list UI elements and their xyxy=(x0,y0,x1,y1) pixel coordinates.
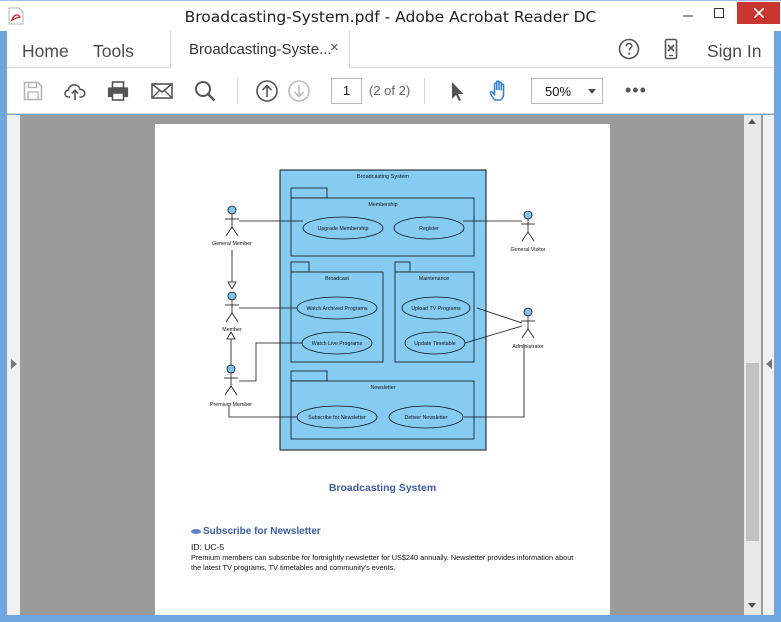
cloud-upload-icon[interactable] xyxy=(63,79,87,103)
email-icon[interactable] xyxy=(150,79,174,103)
toolbar-separator xyxy=(424,78,425,104)
actor-figure xyxy=(521,210,535,242)
use-case-label: Register xyxy=(419,226,439,232)
system-title: Broadcasting System xyxy=(357,174,409,180)
use-case-label: Upgrade Membership xyxy=(318,226,369,232)
title-bar: Broadcasting-System.pdf - Adobe Acrobat … xyxy=(0,0,781,31)
tab-bar: Home Tools Broadcasting-Syste... × Sign … xyxy=(7,31,774,68)
package-tab xyxy=(290,261,310,273)
generalization-arrowhead xyxy=(226,331,236,340)
minimize-icon xyxy=(683,15,693,17)
more-tools-icon[interactable]: ••• xyxy=(625,80,647,101)
scroll-thumb[interactable] xyxy=(746,363,759,541)
use-case-label: Watch Live Programs xyxy=(312,341,363,347)
use-case-label: Deliver Newsletter xyxy=(405,415,448,421)
actor-label: Premium Member xyxy=(210,402,252,408)
use-case-label: Update Timetable xyxy=(414,341,456,347)
help-icon[interactable] xyxy=(618,38,640,60)
mobile-link-icon[interactable] xyxy=(660,38,682,60)
package-tab xyxy=(290,370,328,382)
pdf-page: Broadcasting System Membership Broadcast… xyxy=(155,124,610,615)
toolbar-separator xyxy=(237,78,238,104)
minimize-button[interactable] xyxy=(677,2,699,24)
close-button[interactable] xyxy=(737,2,780,24)
document-tab[interactable]: Broadcasting-Syste... × xyxy=(170,31,350,68)
zoom-select[interactable]: 50% xyxy=(531,78,603,104)
close-tab-icon[interactable]: × xyxy=(330,39,339,56)
previous-page-icon[interactable] xyxy=(255,79,279,103)
actor-figure xyxy=(225,205,239,237)
window-title: Broadcasting-System.pdf - Adobe Acrobat … xyxy=(184,8,597,26)
chevron-down-icon xyxy=(588,89,596,94)
app-window: Broadcasting-System.pdf - Adobe Acrobat … xyxy=(0,0,781,622)
expand-right-icon xyxy=(766,359,772,369)
toolbar: 1 (2 of 2) 50% ••• xyxy=(7,68,774,114)
actor-figure xyxy=(224,364,238,396)
tools-tab[interactable]: Tools xyxy=(93,41,134,62)
actor-label: General Member xyxy=(212,241,252,247)
print-icon[interactable] xyxy=(106,79,130,103)
use-case-label: Watch Archived Programs xyxy=(306,306,367,312)
document-tab-label: Broadcasting-Syste... xyxy=(189,41,332,58)
actor-label: General Visitor xyxy=(511,247,546,253)
figure-caption: Broadcasting System xyxy=(328,482,437,494)
zoom-value: 50% xyxy=(545,84,572,99)
section-title: Subscribe for Newsletter xyxy=(191,526,321,537)
scroll-down-icon[interactable] xyxy=(748,603,756,608)
maximize-icon xyxy=(714,8,724,18)
package-label: Newsletter xyxy=(370,385,395,391)
actor-label: Administrator xyxy=(512,344,543,350)
expand-left-icon xyxy=(11,359,17,369)
right-panel-toggle[interactable] xyxy=(763,115,774,615)
generalization-arrowhead xyxy=(227,281,237,290)
actor-label: Member xyxy=(222,327,242,333)
use-case-description: Premium members can subscribe for fortni… xyxy=(191,553,574,572)
sign-in-link[interactable]: Sign In xyxy=(707,41,761,62)
use-case-label: Subscribe for Newsletter xyxy=(308,415,366,421)
close-icon xyxy=(753,8,764,18)
vertical-scrollbar[interactable] xyxy=(744,115,761,615)
actor-figure xyxy=(521,307,535,339)
save-icon[interactable] xyxy=(21,79,45,103)
home-tab[interactable]: Home xyxy=(22,41,69,62)
package-label: Membership xyxy=(368,202,397,208)
package-label: Broadcast xyxy=(325,276,349,282)
search-icon[interactable] xyxy=(193,79,217,103)
hand-tool-icon[interactable] xyxy=(487,79,511,103)
use-case-diagram: Broadcasting System Membership Broadcast… xyxy=(210,169,546,451)
left-panel-toggle[interactable] xyxy=(7,115,20,615)
document-viewer: Broadcasting System Membership Broadcast… xyxy=(7,115,774,615)
bullet-icon xyxy=(191,528,201,534)
page-number-input[interactable]: 1 xyxy=(331,78,362,104)
scroll-up-icon[interactable] xyxy=(748,119,756,124)
select-cursor-icon[interactable] xyxy=(445,79,469,103)
package-tab xyxy=(290,187,328,199)
package-tab xyxy=(394,261,411,273)
package-label: Maintenance xyxy=(419,276,449,282)
use-case-label: Upload TV Programs xyxy=(411,306,461,312)
use-case-id: ID: UC-5 xyxy=(191,542,225,552)
section-title-text: Subscribe for Newsletter xyxy=(203,526,321,537)
maximize-button[interactable] xyxy=(708,2,730,24)
actor-figure xyxy=(225,291,239,323)
next-page-icon[interactable] xyxy=(287,79,311,103)
page-count: (2 of 2) xyxy=(369,83,411,98)
